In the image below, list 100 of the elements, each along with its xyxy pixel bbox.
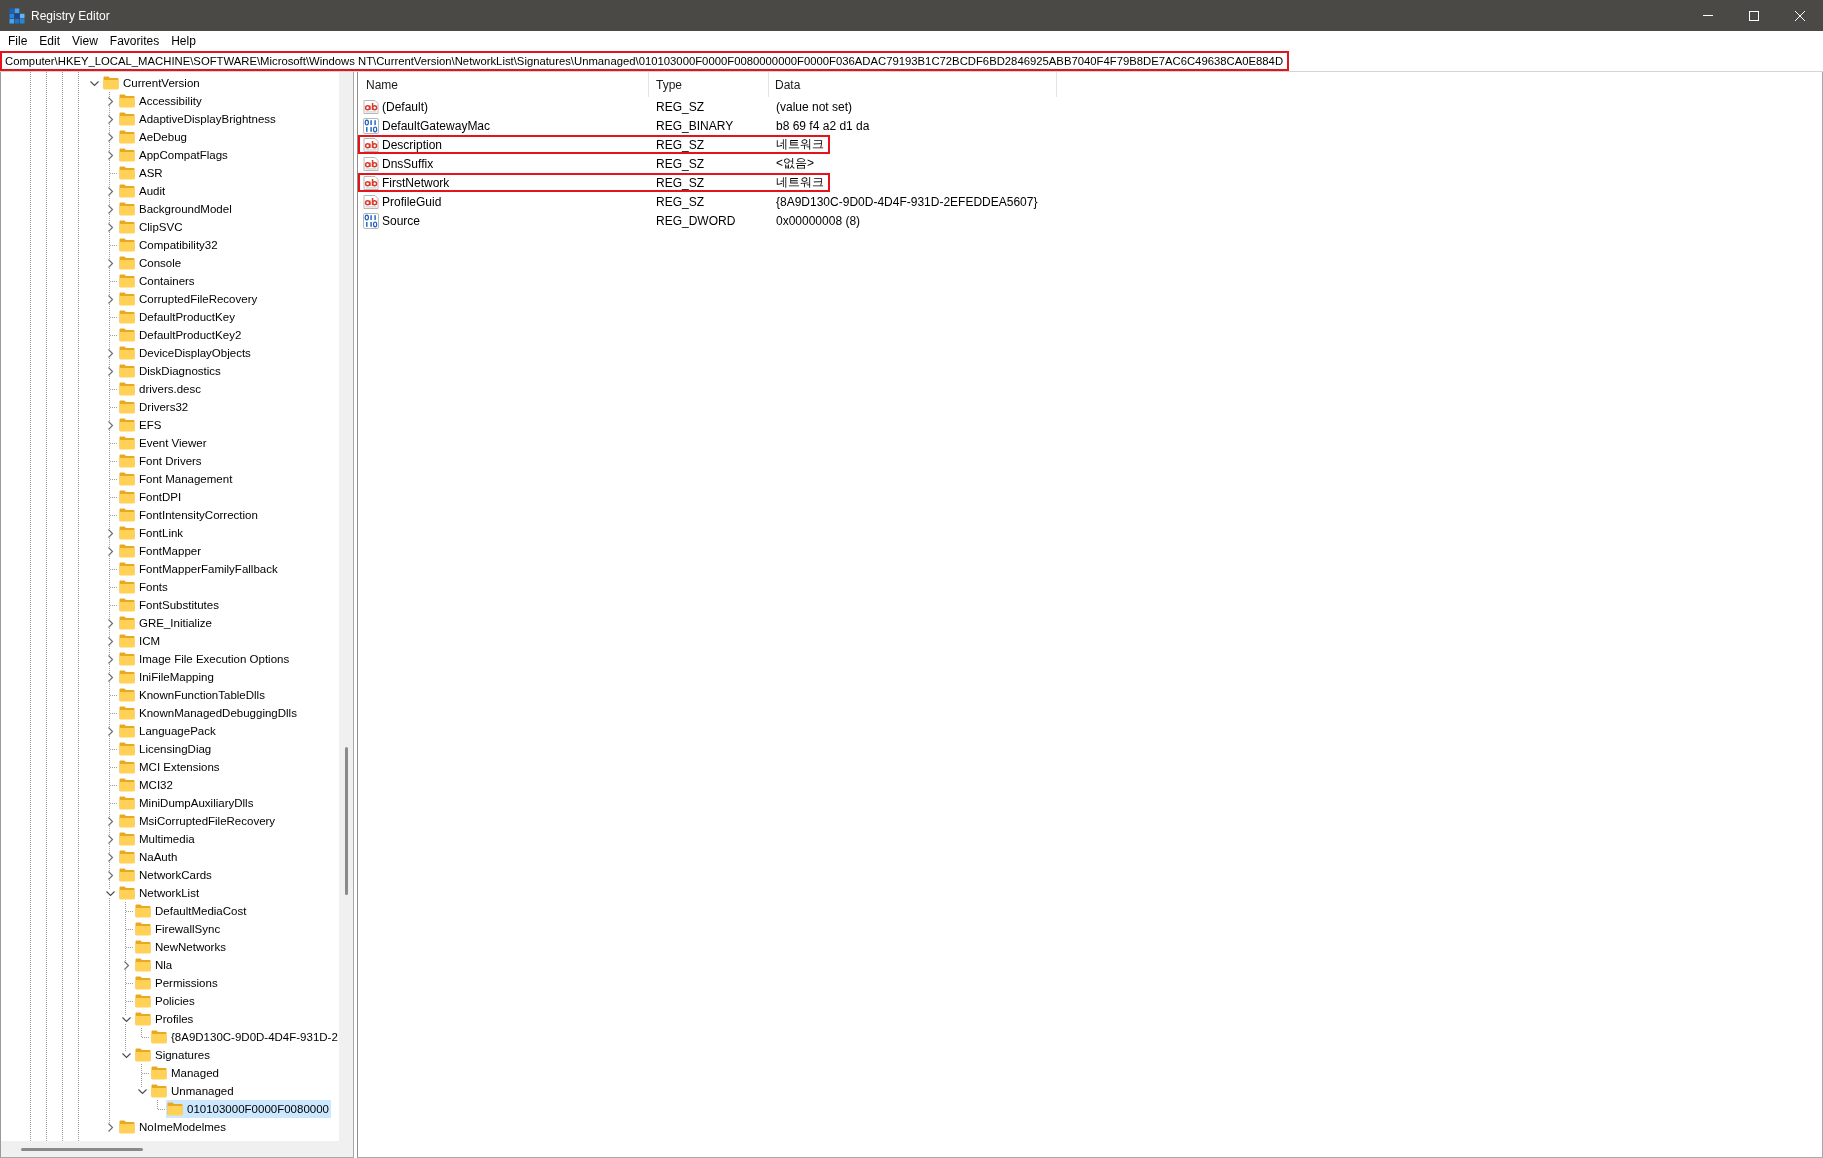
column-header[interactable]: Data — [769, 72, 1057, 97]
menu-item[interactable]: File — [2, 32, 34, 50]
menu-item[interactable]: Favorites — [103, 32, 166, 50]
scrollbar-thumb[interactable] — [21, 1147, 143, 1151]
tree-item[interactable]: Nla — [134, 956, 175, 974]
tree-item[interactable]: Permissions — [134, 974, 220, 992]
tree-item[interactable]: FirewallSync — [134, 920, 223, 938]
tree-item[interactable]: DefaultProductKey — [118, 308, 237, 326]
folder-icon — [119, 328, 135, 342]
tree-item[interactable]: DiskDiagnostics — [118, 362, 223, 380]
tree-item[interactable]: FontIntensityCorrection — [118, 506, 260, 524]
chevron-down-icon[interactable] — [137, 1086, 147, 1096]
chevron-down-icon[interactable] — [105, 888, 115, 898]
tree-item[interactable]: Font Drivers — [118, 452, 204, 470]
tree-item[interactable]: CurrentVersion — [102, 74, 202, 92]
folder-icon — [119, 652, 135, 666]
tree-item[interactable]: FontMapperFamilyFallback — [118, 560, 280, 578]
folder-icon — [119, 148, 135, 162]
tree-item[interactable]: Font Management — [118, 470, 235, 488]
tree-item[interactable]: IniFileMapping — [118, 668, 216, 686]
value-type: REG_SZ — [656, 194, 704, 209]
scrollbar-thumb[interactable] — [344, 747, 348, 895]
tree-item[interactable]: NaAuth — [118, 848, 180, 866]
tree-item[interactable]: Containers — [118, 272, 197, 290]
menu-item[interactable]: View — [66, 32, 104, 50]
value-type: REG_SZ — [656, 137, 704, 152]
tree-item[interactable]: KnownManagedDebuggingDlls — [118, 704, 299, 722]
folder-icon — [119, 544, 135, 558]
tree-item[interactable]: LanguagePack — [118, 722, 218, 740]
tree-item[interactable]: Accessibility — [118, 92, 204, 110]
tree-item[interactable]: NewNetworks — [134, 938, 228, 956]
tree-item[interactable]: Fonts — [118, 578, 170, 596]
tree-item[interactable]: Multimedia — [118, 830, 197, 848]
tree-item[interactable]: MsiCorruptedFileRecovery — [118, 812, 278, 830]
column-header[interactable]: Name — [358, 72, 649, 97]
folder-icon — [119, 166, 135, 180]
tree-item[interactable]: Audit — [118, 182, 168, 200]
tree-item[interactable]: MCI32 — [118, 776, 175, 794]
tree-item[interactable]: Managed — [150, 1064, 221, 1082]
tree-item[interactable]: MCI Extensions — [118, 758, 222, 776]
tree-item[interactable]: DefaultProductKey2 — [118, 326, 244, 344]
tree-item[interactable]: ClipSVC — [118, 218, 185, 236]
menu-item[interactable]: Edit — [33, 32, 67, 50]
tree-item[interactable]: MiniDumpAuxiliaryDlls — [118, 794, 256, 812]
tree-item[interactable]: KnownFunctionTableDlls — [118, 686, 267, 704]
binary-value-icon — [363, 212, 379, 229]
tree-item[interactable]: drivers.desc — [118, 380, 203, 398]
folder-icon — [119, 742, 135, 756]
tree-item[interactable]: BackgroundModel — [118, 200, 234, 218]
tree-item[interactable]: Profiles — [134, 1010, 196, 1028]
tree-item[interactable]: CorruptedFileRecovery — [118, 290, 260, 308]
value-type: REG_SZ — [656, 156, 704, 171]
value-name: Source — [382, 213, 421, 228]
tree-item[interactable]: ICM — [118, 632, 163, 650]
menu-item[interactable]: Help — [165, 32, 202, 50]
column-header[interactable]: Type — [649, 72, 769, 97]
binary-value-icon — [363, 117, 379, 134]
tree-item[interactable]: GRE_Initialize — [118, 614, 214, 632]
tree-item[interactable]: Drivers32 — [118, 398, 191, 416]
folder-icon — [135, 940, 151, 954]
tree-item[interactable]: DeviceDisplayObjects — [118, 344, 253, 362]
tree-item[interactable]: Unmanaged — [150, 1082, 236, 1100]
chevron-down-icon[interactable] — [121, 1014, 131, 1024]
folder-icon — [151, 1030, 167, 1044]
tree-item[interactable]: LicensingDiag — [118, 740, 214, 758]
folder-icon — [119, 256, 135, 270]
value-name: Description — [382, 137, 443, 152]
string-value-icon — [363, 136, 379, 153]
tree-item[interactable]: NetworkCards — [118, 866, 214, 884]
tree-item[interactable]: FontLink — [118, 524, 186, 542]
tree-item[interactable]: NoImeModelmes — [118, 1118, 228, 1136]
folder-icon — [167, 1102, 183, 1116]
tree-item[interactable]: {8A9D130C-9D0D-4D4F-931D-2 — [150, 1028, 339, 1046]
tree-item[interactable]: FontSubstitutes — [118, 596, 221, 614]
tree-item[interactable]: EFS — [118, 416, 164, 434]
tree-item[interactable]: Event Viewer — [118, 434, 209, 452]
tree-item[interactable]: Signatures — [134, 1046, 212, 1064]
folder-icon — [119, 238, 135, 252]
tree-item[interactable]: Image File Execution Options — [118, 650, 292, 668]
scrollbar[interactable] — [339, 72, 353, 1141]
address-field[interactable]: Computer\HKEY_LOCAL_MACHINE\SOFTWARE\Microsoft\Windows NT\CurrentVersion\NetworkList\Signatures\Unmanaged\010103000F0000F0080000000F0000F036ADAC79193B1C72BCDF6BD2846925ABB7040F4F79B8DE7AC6C49638CA0E884D — [0, 51, 1290, 71]
folder-icon — [119, 724, 135, 738]
tree-item[interactable]: AdaptiveDisplayBrightness — [118, 110, 278, 128]
chevron-down-icon[interactable] — [121, 1050, 131, 1060]
tree-item[interactable]: DefaultMediaCost — [134, 902, 249, 920]
folder-icon — [119, 292, 135, 306]
tree-item[interactable]: Policies — [134, 992, 197, 1010]
scrollbar[interactable] — [1, 1141, 339, 1157]
tree-item[interactable]: ASR — [118, 164, 165, 182]
tree-item[interactable]: Compatibility32 — [118, 236, 220, 254]
tree-item[interactable]: AppCompatFlags — [118, 146, 230, 164]
tree-item[interactable]: FontDPI — [118, 488, 184, 506]
tree-item[interactable]: Console — [118, 254, 184, 272]
tree-item[interactable]: NetworkList — [118, 884, 202, 902]
tree-item[interactable]: AeDebug — [118, 128, 189, 146]
tree-item[interactable]: 010103000F0000F0080000 — [166, 1100, 331, 1118]
folder-icon — [119, 706, 135, 720]
string-value-icon — [363, 193, 379, 210]
tree-item[interactable]: FontMapper — [118, 542, 203, 560]
folder-icon — [119, 688, 135, 702]
